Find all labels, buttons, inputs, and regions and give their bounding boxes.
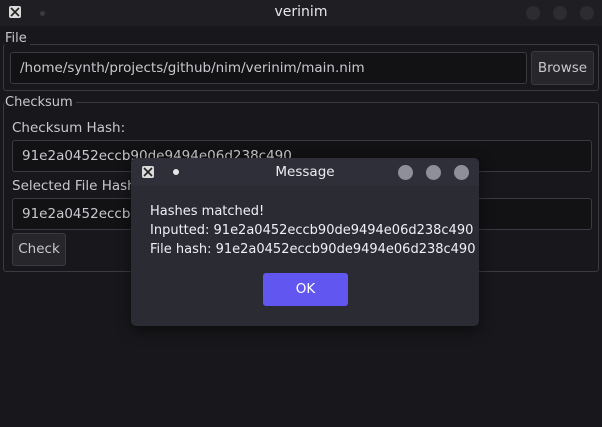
maximize-button[interactable] <box>553 6 567 20</box>
selected-file-hash-label: Selected File Hash: <box>12 178 141 194</box>
dialog-file-hash-line: File hash: 91e2a0452eccb90de9494e06d238c… <box>150 242 476 257</box>
ok-button[interactable]: OK <box>263 273 348 306</box>
window-title: verinim <box>274 4 328 20</box>
checksum-hash-label: Checksum Hash: <box>12 120 126 136</box>
dialog-close-button[interactable] <box>454 165 469 180</box>
file-path-input[interactable]: /home/synth/projects/github/nim/verinim/… <box>10 52 527 84</box>
dialog-message-line: Hashes matched! <box>150 204 265 219</box>
main-window: verinim File /home/synth/projects/github… <box>0 0 602 427</box>
close-button[interactable] <box>580 6 594 20</box>
minimize-button[interactable] <box>526 6 540 20</box>
dialog-titlebar[interactable]: Message <box>131 158 479 186</box>
dialog-minimize-button[interactable] <box>398 165 413 180</box>
dialog-inputted-hash-line: Inputted: 91e2a0452eccb90de9494e06d238c4… <box>150 223 474 238</box>
window-titlebar[interactable]: verinim <box>0 0 602 26</box>
checksum-group-legend: Checksum <box>5 95 76 110</box>
message-dialog: Message Hashes matched! Inputted: 91e2a0… <box>131 158 479 326</box>
dialog-maximize-button[interactable] <box>426 165 441 180</box>
file-group-legend: File <box>5 31 30 46</box>
browse-button[interactable]: Browse <box>531 51 594 85</box>
check-button[interactable]: Check <box>12 233 66 266</box>
